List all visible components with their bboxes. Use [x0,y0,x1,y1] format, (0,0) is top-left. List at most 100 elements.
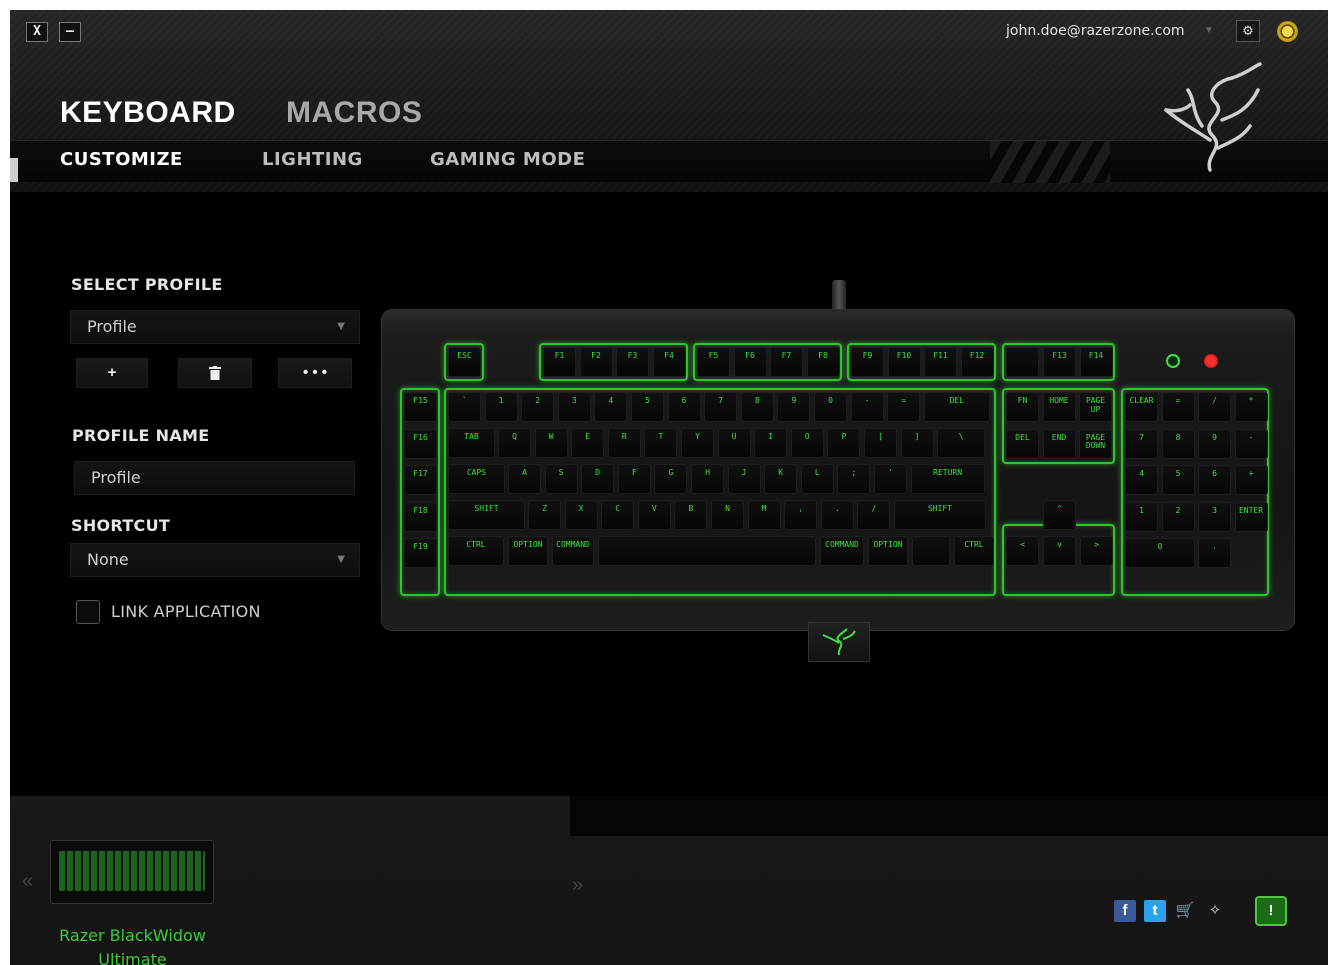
gear-icon[interactable]: ⚙ [1236,20,1260,42]
key-nav-0[interactable]: FN [1006,392,1039,422]
key-home-9[interactable]: L [800,464,834,494]
key-f12[interactable]: F12 [960,347,994,377]
key-numpad-1[interactable]: = [1161,392,1195,422]
key-num-11[interactable]: - [850,392,884,422]
tab-macros[interactable]: MACROS [286,96,422,130]
key-qwerty-6[interactable]: Y [681,428,714,458]
key-nav-1[interactable]: HOME [1042,392,1076,422]
key-f17[interactable]: F17 [404,465,437,495]
key-nav-3[interactable]: DEL [1006,428,1039,459]
key-shift-7[interactable]: M [747,500,781,530]
key-numpad-14[interactable]: 3 [1198,501,1231,532]
key-home-11[interactable]: ' [874,464,907,494]
key-f16[interactable]: F16 [404,428,437,459]
device-thumbnail[interactable] [50,840,214,904]
key-bottom-2[interactable]: COMMAND [552,536,594,566]
subtab-customize[interactable]: CUSTOMIZE [60,149,183,170]
key-f9[interactable]: F9 [851,347,884,377]
key-arrow-left[interactable]: < [1006,536,1039,566]
key-num-8[interactable]: 8 [740,392,774,422]
subtab-gaming-mode[interactable]: GAMING MODE [430,149,585,170]
key-bottom-5[interactable]: OPTION [868,536,908,566]
key-f11[interactable]: F11 [924,347,957,377]
key-home-8[interactable]: K [764,464,798,494]
key-f18[interactable]: F18 [404,501,437,532]
key-home-6[interactable]: H [691,464,724,494]
key-qwerty-11[interactable]: [ [864,428,897,458]
key-arrow-right[interactable]: > [1080,536,1113,566]
tab-keyboard[interactable]: KEYBOARD [60,96,236,130]
key-nav-4[interactable]: END [1042,428,1076,459]
key-home-7[interactable]: J [727,464,761,494]
key-bottom-3[interactable] [598,536,816,566]
twitter-icon[interactable]: t [1144,900,1166,922]
key-brightness[interactable] [1006,347,1039,377]
key-num-4[interactable]: 4 [594,392,628,422]
key-numpad-5[interactable]: 8 [1161,428,1195,459]
key-arrow-down[interactable]: v [1043,536,1076,566]
key-shift-1[interactable]: Z [528,500,561,530]
delete-profile-button[interactable] [178,358,252,388]
key-numpad-0[interactable]: CLEAR [1125,392,1158,422]
add-profile-button[interactable]: + [76,358,148,388]
key-qwerty-4[interactable]: R [607,428,641,458]
key-num-6[interactable]: 6 [667,392,701,422]
key-home-0[interactable]: CAPS [448,464,505,494]
key-numpad-3[interactable]: * [1234,392,1268,422]
key-f14[interactable]: F14 [1079,347,1113,377]
key-home-4[interactable]: F [617,464,651,494]
key-num-13[interactable]: DEL [923,392,990,422]
key-numpad-16[interactable]: 0 [1125,538,1195,568]
key-nav-2[interactable]: PAGE UP [1079,392,1112,422]
key-numpad-4[interactable]: 7 [1125,428,1158,459]
key-f3[interactable]: F3 [616,347,649,377]
key-f10[interactable]: F10 [887,347,921,377]
key-home-3[interactable]: D [581,464,615,494]
key-numpad-12[interactable]: 1 [1125,501,1158,532]
key-num-12[interactable]: = [887,392,921,422]
key-home-2[interactable]: S [544,464,578,494]
shortcut-dropdown[interactable]: None ▼ [70,543,360,577]
key-home-5[interactable]: G [654,464,688,494]
key-numpad-9[interactable]: 5 [1161,465,1195,495]
key-shift-8[interactable]: , [784,500,818,530]
more-options-button[interactable]: • • • [278,358,352,388]
key-numpad-15[interactable]: ENTER [1234,501,1268,532]
key-shift-4[interactable]: V [637,500,671,530]
key-shift-0[interactable]: SHIFT [448,500,525,530]
status-indicator[interactable] [1277,21,1298,42]
key-qwerty-10[interactable]: P [827,428,861,458]
chevron-down-icon[interactable]: ▼ [1204,25,1214,36]
key-home-1[interactable]: A [508,464,541,494]
notification-button[interactable]: ! [1255,896,1287,926]
profile-name-input[interactable]: Profile [74,461,355,495]
key-num-1[interactable]: 1 [484,392,518,422]
key-num-10[interactable]: 0 [814,392,847,422]
key-arrow-up[interactable]: ^ [1043,500,1076,530]
key-shift-5[interactable]: B [674,500,708,530]
key-numpad-17[interactable]: . [1198,538,1231,568]
key-f15[interactable]: F15 [404,392,437,422]
key-numpad-13[interactable]: 2 [1161,501,1195,532]
key-qwerty-5[interactable]: T [644,428,678,458]
key-f6[interactable]: F6 [733,347,767,377]
key-qwerty-0[interactable]: TAB [448,428,495,458]
key-num-2[interactable]: 2 [521,392,555,422]
previous-device-arrow[interactable]: « [22,870,33,893]
key-shift-3[interactable]: C [601,500,635,530]
key-qwerty-12[interactable]: ] [900,428,934,458]
key-bottom-1[interactable]: OPTION [508,536,548,566]
key-f2[interactable]: F2 [579,347,613,377]
account-email[interactable]: john.doe@razerzone.com [1006,23,1185,39]
key-bottom-4[interactable]: COMMAND [820,536,864,566]
key-home-12[interactable]: RETURN [910,464,985,494]
key-nav-5[interactable]: PAGE DOWN [1079,428,1112,459]
key-qwerty-3[interactable]: E [571,428,605,458]
link-application-checkbox[interactable] [76,600,100,624]
key-qwerty-1[interactable]: Q [498,428,531,458]
key-f1[interactable]: F1 [543,347,576,377]
key-numpad-6[interactable]: 9 [1198,428,1231,459]
key-f13[interactable]: F13 [1043,347,1076,377]
key-numpad-10[interactable]: 6 [1198,465,1231,495]
close-button[interactable]: X [26,22,48,42]
